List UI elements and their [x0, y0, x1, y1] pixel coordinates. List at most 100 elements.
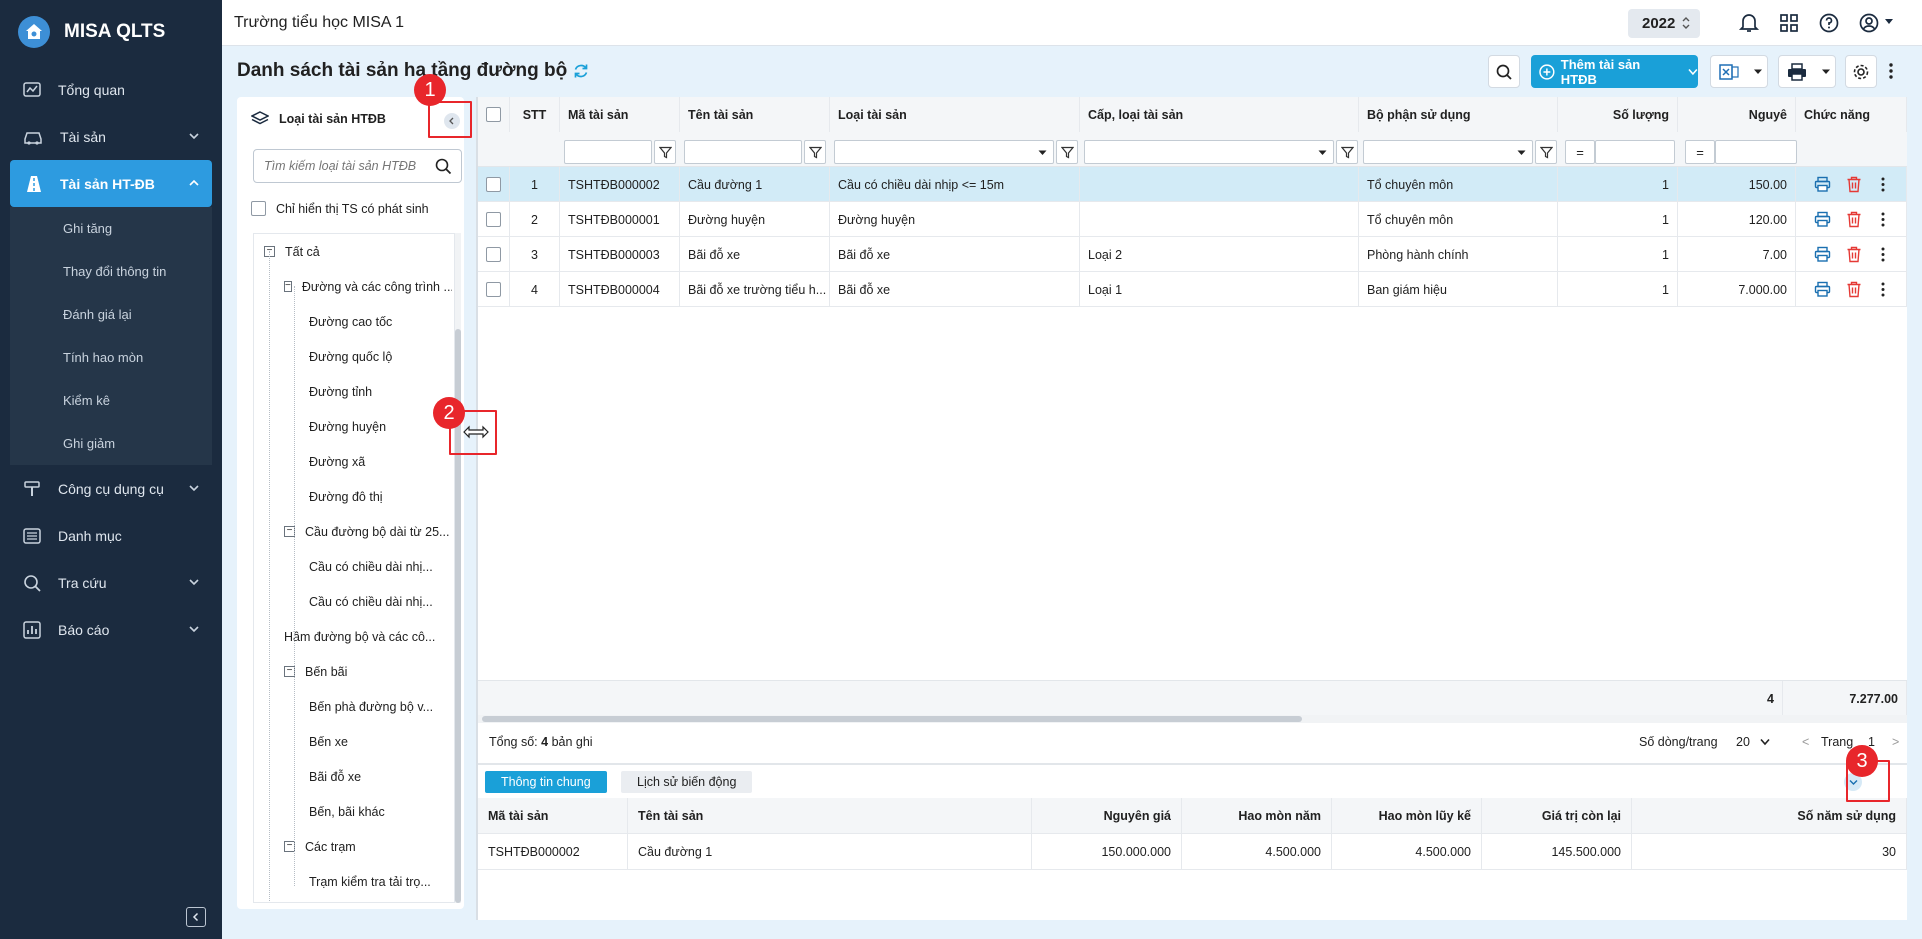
more-vertical-icon[interactable] — [1880, 211, 1886, 228]
filter-cost[interactable] — [1715, 140, 1797, 164]
filter-department[interactable] — [1363, 140, 1533, 164]
table-row[interactable]: 1 TSHTĐB000002 Cầu đường 1 Cầu có chiều dài… — [478, 167, 1907, 202]
tree-node[interactable]: Bến, bãi khác — [309, 794, 452, 829]
checkbox[interactable] — [486, 282, 501, 297]
scrollbar-thumb[interactable] — [482, 716, 1302, 722]
sidebar-item-catalog[interactable]: Danh mục — [0, 512, 222, 559]
filter-asset-class[interactable] — [1084, 140, 1334, 164]
tree-node[interactable]: − Tất cả — [264, 234, 452, 269]
table-row[interactable]: 4 TSHTĐB000004 Bãi đỗ xe trường tiểu h... B… — [478, 272, 1907, 307]
print-icon[interactable] — [1814, 281, 1831, 298]
settings-button[interactable] — [1845, 55, 1877, 88]
more-vertical-icon[interactable] — [1880, 281, 1886, 298]
print-icon[interactable] — [1814, 176, 1831, 193]
checkbox[interactable] — [486, 177, 501, 192]
tree-node[interactable]: Đường tỉnh — [309, 374, 452, 409]
tree-node[interactable]: Đường đô thị — [309, 479, 452, 514]
print-icon[interactable] — [1814, 211, 1831, 228]
tree-scrollbar[interactable] — [455, 233, 461, 903]
delete-icon[interactable] — [1846, 281, 1862, 298]
tree-node[interactable]: Cầu có chiều dài nhị... — [309, 584, 452, 619]
delete-icon[interactable] — [1846, 246, 1862, 263]
tree-node[interactable]: − Cầu đường bộ dài từ 25... — [284, 514, 452, 549]
sidebar-item-assets[interactable]: Tài sản — [0, 113, 222, 160]
prev-page-button[interactable]: < — [1802, 735, 1809, 749]
filter-quantity-operator[interactable]: = — [1565, 140, 1595, 164]
tree-node[interactable]: − Đường và các công trình ... — [284, 269, 452, 304]
row-checkbox-cell[interactable] — [478, 272, 510, 307]
tree-node[interactable]: Bãi đỗ xe — [309, 759, 452, 794]
sidebar-collapse-button[interactable] — [186, 907, 206, 927]
row-checkbox-cell[interactable] — [478, 237, 510, 272]
more-vertical-icon[interactable] — [1888, 62, 1894, 80]
tree-node[interactable]: Bến phà đường bộ v... — [309, 689, 452, 724]
year-selector[interactable]: 2022 — [1628, 9, 1700, 38]
search-icon[interactable] — [435, 158, 452, 175]
rows-per-page-select[interactable]: 20 — [1736, 735, 1770, 749]
apps-grid-icon[interactable] — [1778, 12, 1800, 34]
show-active-only-checkbox[interactable]: Chỉ hiển thị TS có phát sinh — [251, 201, 429, 216]
print-button[interactable] — [1778, 55, 1836, 88]
submenu-item[interactable]: Đánh giá lại — [10, 293, 212, 336]
filter-asset-type[interactable] — [834, 140, 1054, 164]
tab-change-history[interactable]: Lịch sử biến động — [621, 771, 753, 793]
school-name[interactable]: Trường tiểu học MISA 1 — [234, 14, 404, 32]
next-page-button[interactable]: > — [1892, 735, 1899, 749]
delete-icon[interactable] — [1846, 176, 1862, 193]
sidebar-item-overview[interactable]: Tổng quan — [0, 66, 222, 113]
tree-node[interactable]: Hầm đường bộ và các cô... — [284, 619, 452, 654]
more-vertical-icon[interactable] — [1880, 176, 1886, 193]
filter-department-button[interactable] — [1535, 140, 1557, 164]
submenu-item[interactable]: Tính hao mòn — [10, 336, 212, 379]
tree-node[interactable]: − Bến bãi — [284, 654, 452, 689]
submenu-item[interactable]: Ghi giảm — [10, 422, 212, 465]
checkbox[interactable] — [251, 201, 266, 216]
excel-export-button[interactable] — [1710, 55, 1768, 88]
submenu-item[interactable]: Thay đổi thông tin — [10, 250, 212, 293]
table-row[interactable]: 2 TSHTĐB000001 Đường huyện Đường huyện Tổ ch… — [478, 202, 1907, 237]
print-icon[interactable] — [1814, 246, 1831, 263]
tree-node[interactable]: Bến xe — [309, 724, 452, 759]
tab-general-info[interactable]: Thông tin chung — [485, 771, 607, 793]
filter-quantity[interactable] — [1595, 140, 1675, 164]
bell-icon[interactable] — [1738, 12, 1760, 34]
submenu-item[interactable]: Ghi tăng — [10, 207, 212, 250]
checkbox[interactable] — [486, 247, 501, 262]
tree-search-input[interactable] — [253, 149, 462, 183]
grid-horizontal-scrollbar[interactable] — [478, 715, 1907, 723]
app-logo[interactable]: MISA QLTS — [0, 0, 222, 64]
table-row[interactable]: 3 TSHTĐB000003 Bãi đỗ xe Bãi đỗ xe Loại 2 Phò… — [478, 237, 1907, 272]
sidebar-item-road-assets[interactable]: Tài sản HT-ĐB — [10, 160, 212, 207]
row-checkbox-cell[interactable] — [478, 202, 510, 237]
detail-row[interactable]: TSHTĐB000002 Cầu đường 1 150.000.000 4.500.… — [478, 834, 1907, 870]
add-asset-button[interactable]: Thêm tài sản HTĐB — [1531, 55, 1698, 88]
delete-icon[interactable] — [1846, 211, 1862, 228]
chevron-down-icon[interactable] — [1884, 18, 1894, 26]
filter-asset-type-button[interactable] — [1056, 140, 1078, 164]
filter-asset-name-button[interactable] — [804, 140, 826, 164]
tree-node[interactable]: Trạm kiểm tra tải trọ... — [309, 864, 452, 899]
checkbox[interactable] — [486, 107, 501, 122]
filter-cost-operator[interactable]: = — [1685, 140, 1715, 164]
sidebar-item-tools[interactable]: Công cụ dụng cụ — [0, 465, 222, 512]
filter-asset-class-button[interactable] — [1336, 140, 1358, 164]
tree-node[interactable]: Đường huyện — [309, 409, 452, 444]
tree-node[interactable]: Đường xã — [309, 444, 452, 479]
row-checkbox-cell[interactable] — [478, 167, 510, 202]
tree-node[interactable]: Đường quốc lộ — [309, 339, 452, 374]
search-button[interactable] — [1488, 55, 1520, 88]
tree-node[interactable]: − Các trạm — [284, 829, 452, 864]
sidebar-item-reports[interactable]: Báo cáo — [0, 606, 222, 653]
filter-asset-code-button[interactable] — [654, 140, 676, 164]
select-all-checkbox[interactable] — [478, 97, 510, 132]
help-icon[interactable] — [1818, 12, 1840, 34]
tree-node[interactable]: Đường cao tốc — [309, 304, 452, 339]
refresh-icon[interactable] — [572, 62, 590, 80]
more-vertical-icon[interactable] — [1880, 246, 1886, 263]
filter-asset-name[interactable] — [684, 140, 802, 164]
checkbox[interactable] — [486, 212, 501, 227]
filter-asset-code[interactable] — [564, 140, 652, 164]
tree-toggle-icon[interactable]: − — [284, 281, 292, 292]
submenu-item[interactable]: Kiểm kê — [10, 379, 212, 422]
sidebar-item-lookup[interactable]: Tra cứu — [0, 559, 222, 606]
